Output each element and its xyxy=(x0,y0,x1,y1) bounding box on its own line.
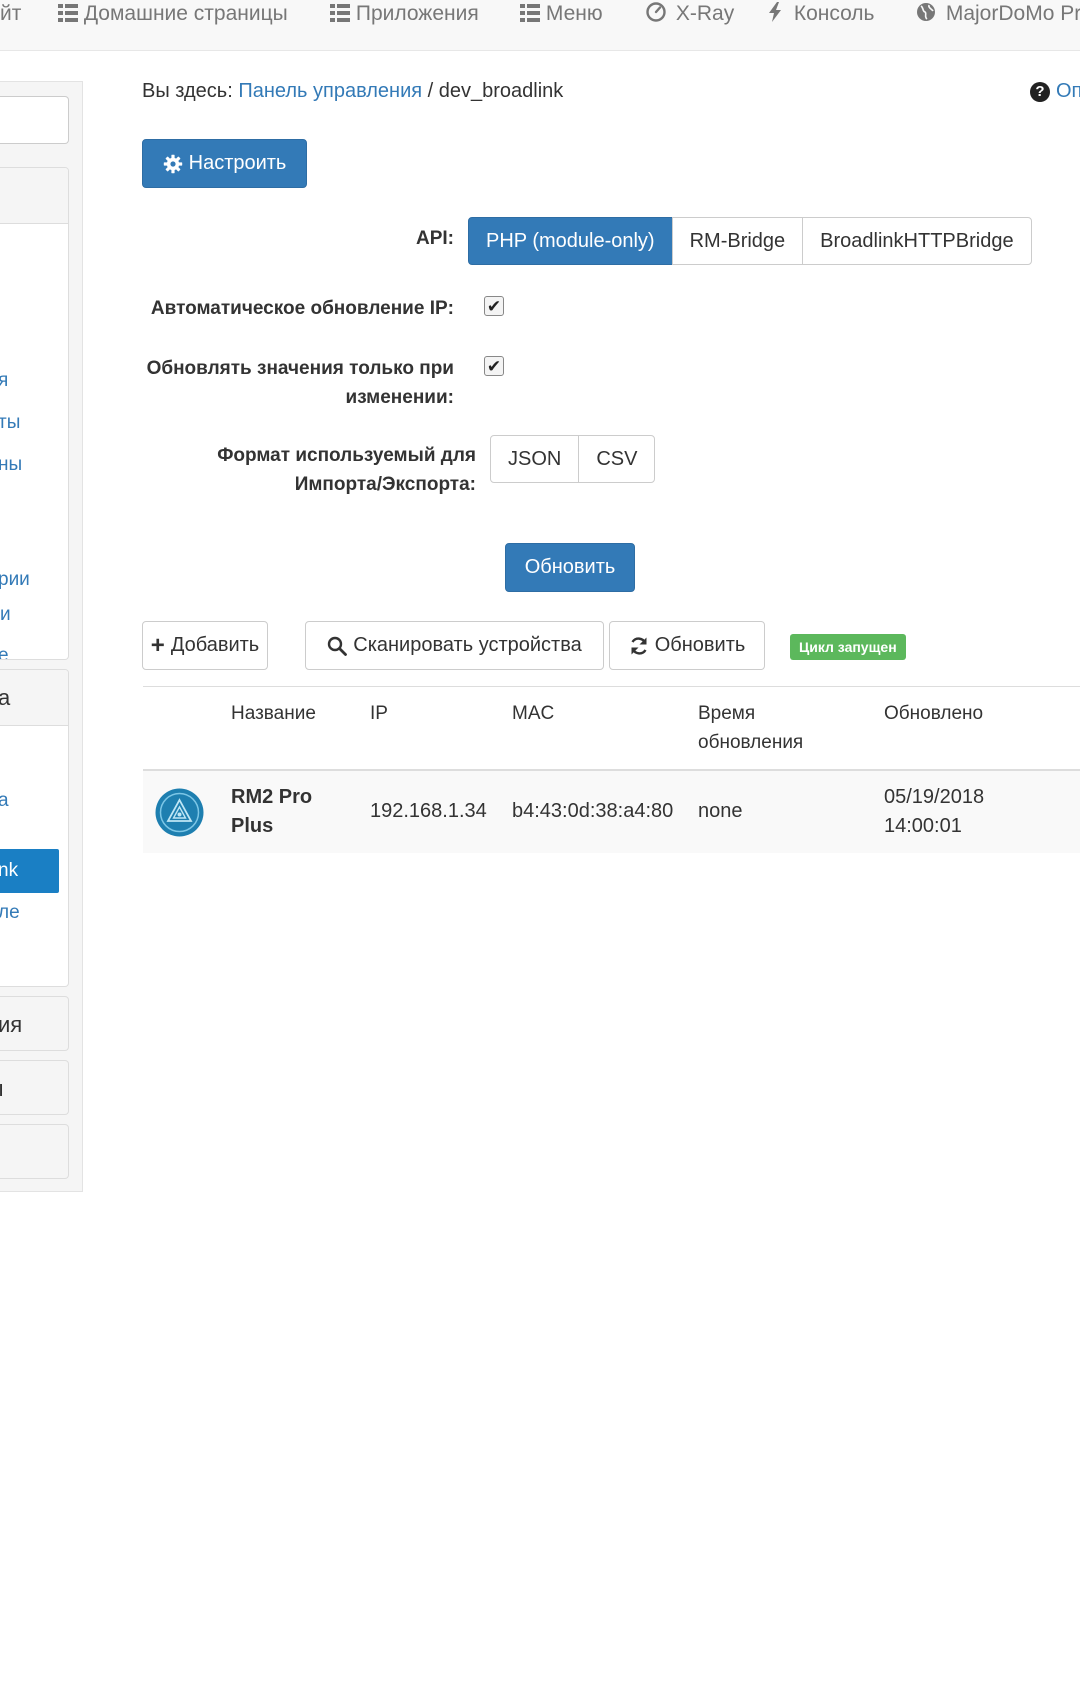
nav-item-majordomo-pro[interactable]: MajorDoMo Pro xyxy=(916,0,1080,28)
update-changed-checkbox[interactable]: ✔ xyxy=(484,356,504,376)
sidebar-panel-heading[interactable]: а xyxy=(0,670,68,726)
column-header-mac[interactable]: MAC xyxy=(512,699,554,728)
bolt-icon xyxy=(768,2,782,30)
device-updated: 05/19/2018 14:00:01 xyxy=(884,783,984,841)
api-label: API: xyxy=(416,228,454,249)
sidebar-panel: я ты ны рии е xyxy=(0,167,69,660)
help-label: Оп xyxy=(1056,80,1080,102)
sidebar-panel-active: а а nk ле xyxy=(0,669,69,987)
nav-item-xray[interactable]: X-Ray xyxy=(646,0,734,28)
sidebar-link[interactable]: я xyxy=(0,370,8,392)
refresh-label: Обновить xyxy=(654,634,746,656)
sidebar-panel-collapsed[interactable]: ı xyxy=(0,1060,69,1115)
dashboard-icon xyxy=(646,2,666,30)
breadcrumb-link-control-panel[interactable]: Панель управления xyxy=(238,80,422,102)
add-device-button[interactable]: + Добавить xyxy=(142,621,268,670)
device-name-link[interactable]: RM2 Pro Plus xyxy=(231,783,312,841)
configure-button[interactable]: Настроить xyxy=(142,139,307,188)
nav-item-label: Приложения xyxy=(355,2,479,25)
table-row[interactable]: RM2 Pro Plus 192.168.1.34 b4:43:0d:38:a4… xyxy=(143,771,1080,853)
globe-icon xyxy=(916,2,936,30)
nav-item-label: MajorDoMo Pro xyxy=(945,2,1080,25)
column-header-text: Время xyxy=(698,703,756,724)
sidebar-link[interactable]: и xyxy=(0,604,11,626)
format-option-csv[interactable]: CSV xyxy=(578,435,656,483)
update-changed-label: изменении: xyxy=(345,387,454,408)
search-icon xyxy=(327,636,348,656)
add-device-label: Добавить xyxy=(170,634,260,656)
nav-item-menu[interactable]: Меню xyxy=(520,0,603,28)
gear-icon xyxy=(163,154,183,174)
breadcrumb-separator: / xyxy=(427,80,434,102)
sidebar-link[interactable]: рии xyxy=(0,569,30,591)
configure-button-label: Настроить xyxy=(188,152,287,174)
device-updated-time: 14:00:01 xyxy=(884,815,962,837)
format-label: Импорта/Экспорта: xyxy=(294,474,476,495)
nav-item-partial[interactable]: йт xyxy=(0,0,21,28)
sidebar-panel-collapsed[interactable] xyxy=(0,1124,69,1179)
nav-item-label: Консоль xyxy=(793,2,875,25)
list-icon xyxy=(520,4,540,22)
breadcrumb: Вы здесь: Панель управления / dev_broadl… xyxy=(142,80,563,103)
device-ip: 192.168.1.34 xyxy=(370,800,487,822)
scan-devices-button[interactable]: Сканировать устройства xyxy=(305,621,604,670)
check-icon: ✔ xyxy=(486,356,502,376)
breadcrumb-current: dev_broadlink xyxy=(438,80,564,102)
device-updated-date: 05/19/2018 xyxy=(884,786,985,808)
nav-item-console[interactable]: Консоль xyxy=(768,0,875,28)
help-link[interactable]: ? Оп xyxy=(1030,80,1080,103)
column-header-name[interactable]: Название xyxy=(231,699,316,728)
nav-item-label: Домашние страницы xyxy=(83,2,288,25)
devices-table-header: Название IP MAC Время обновления Обновле… xyxy=(143,686,1080,771)
top-navbar: йт Домашние страницы Приложения Меню X-R… xyxy=(0,0,1080,51)
device-mac: b4:43:0d:38:a4:80 xyxy=(512,800,674,822)
nav-item-label: Меню xyxy=(545,2,603,25)
sidebar: я ты ны рии е и а а nk ле ия ı xyxy=(0,81,83,1192)
sidebar-link[interactable]: ты xyxy=(0,412,20,434)
sidebar-link[interactable]: ле xyxy=(0,902,20,924)
sidebar-link-dev-broadlink[interactable]: nk xyxy=(0,849,59,893)
update-settings-button[interactable]: Обновить xyxy=(505,543,635,592)
api-option-php[interactable]: PHP (module-only) xyxy=(468,217,673,265)
update-settings-label: Обновить xyxy=(524,556,616,578)
breadcrumb-prefix: Вы здесь: xyxy=(142,80,233,102)
list-icon xyxy=(330,4,350,22)
api-selector: PHP (module-only) RM-Bridge BroadlinkHTT… xyxy=(468,217,1032,265)
auto-ip-checkbox[interactable]: ✔ xyxy=(484,296,504,316)
check-icon: ✔ xyxy=(486,296,502,316)
sidebar-search-input[interactable] xyxy=(0,96,69,144)
refresh-icon xyxy=(629,636,649,656)
api-option-broadlink-http-bridge[interactable]: BroadlinkHTTPBridge xyxy=(802,217,1032,265)
sidebar-link[interactable]: е xyxy=(0,645,9,659)
column-header-update-time[interactable]: Время обновления xyxy=(698,699,803,757)
refresh-button[interactable]: Обновить xyxy=(609,621,765,670)
question-icon: ? xyxy=(1030,82,1050,102)
device-name-text: Plus xyxy=(231,815,274,837)
column-header-updated[interactable]: Обновлено xyxy=(884,699,983,728)
scan-devices-label: Сканировать устройства xyxy=(353,634,582,656)
nav-item-label: йт xyxy=(0,2,22,25)
nav-item-home-pages[interactable]: Домашние страницы xyxy=(58,0,288,28)
list-icon xyxy=(58,4,78,22)
status-badge: Цикл запущен xyxy=(790,634,906,660)
nav-item-applications[interactable]: Приложения xyxy=(330,0,479,28)
column-header-text: обновления xyxy=(698,732,804,753)
sidebar-panel-heading[interactable] xyxy=(0,168,68,224)
auto-ip-label: Автоматическое обновление IP: xyxy=(150,298,454,319)
update-changed-label: Обновлять значения только при xyxy=(146,358,454,379)
device-broadlink-icon xyxy=(155,788,204,837)
column-header-ip[interactable]: IP xyxy=(370,699,388,728)
sidebar-panel-collapsed[interactable]: ия xyxy=(0,996,69,1051)
nav-item-label: X-Ray xyxy=(675,2,735,25)
format-option-json[interactable]: JSON xyxy=(490,435,580,483)
sidebar-link[interactable]: ны xyxy=(0,454,22,476)
sidebar-link[interactable]: а xyxy=(0,790,9,812)
api-option-rm-bridge[interactable]: RM-Bridge xyxy=(671,217,804,265)
device-update-time: none xyxy=(698,800,743,822)
format-selector: JSON CSV xyxy=(490,435,656,483)
format-label: Формат используемый для xyxy=(217,445,476,466)
plus-icon: + xyxy=(150,631,165,659)
device-name-text: RM2 Pro xyxy=(231,786,313,808)
